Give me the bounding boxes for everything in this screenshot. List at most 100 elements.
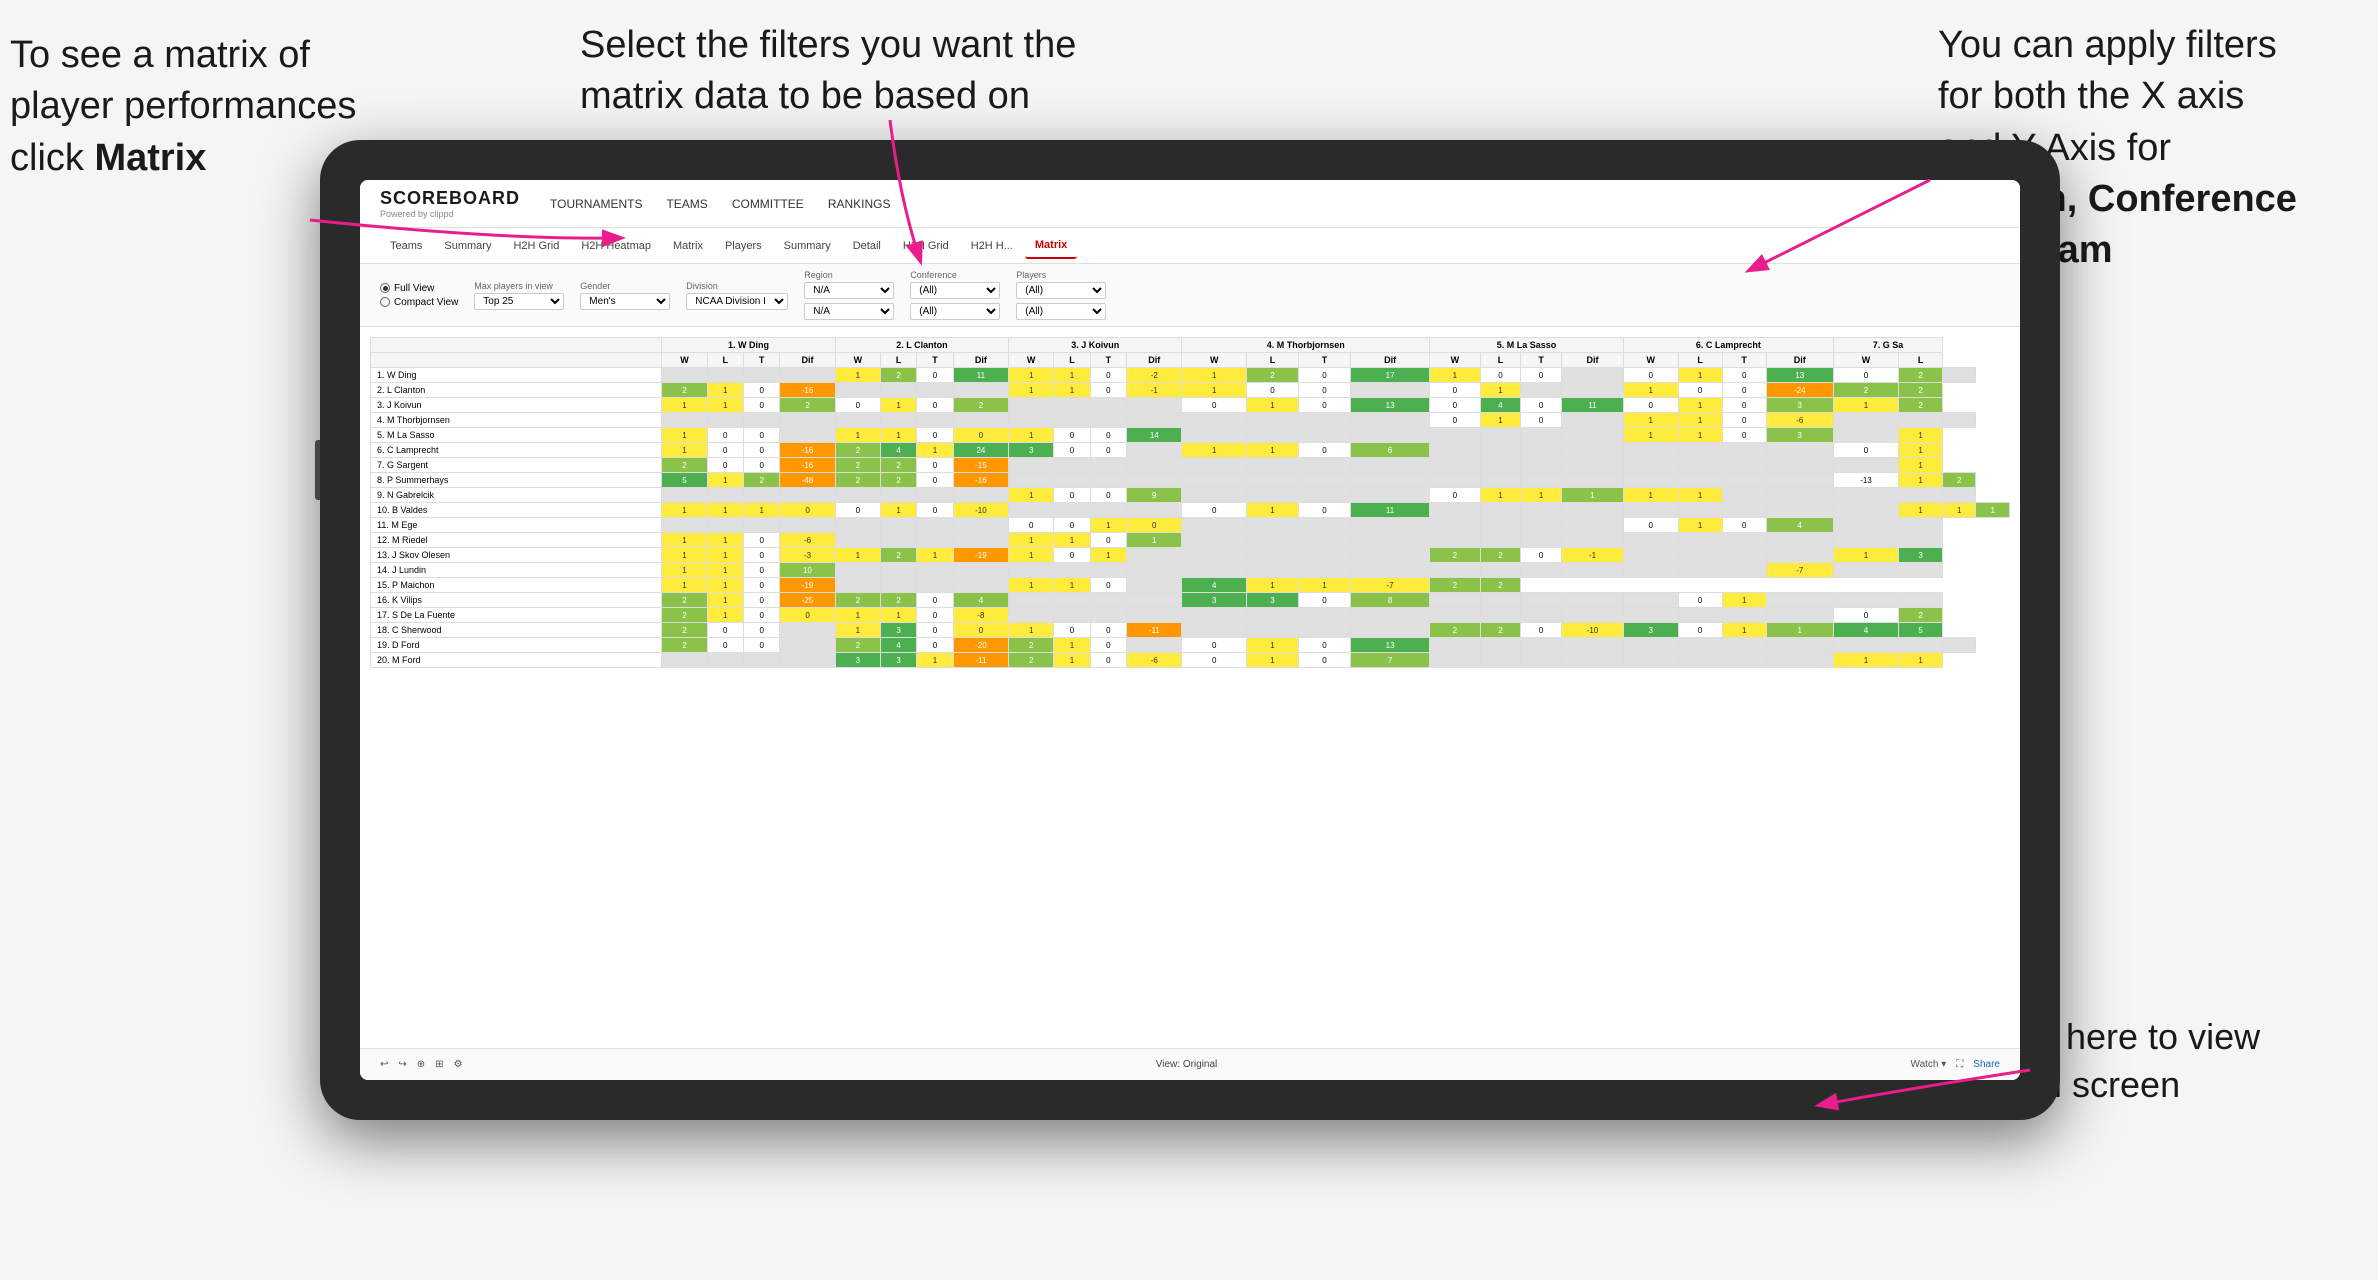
header-jkoivun: 3. J Koivun [1009, 338, 1182, 353]
subnav-h2h-grid[interactable]: H2H Grid [503, 234, 569, 258]
matrix-cell: 0 [743, 383, 779, 398]
matrix-cell [1009, 608, 1054, 623]
matrix-cell: 0 [1722, 368, 1766, 383]
matrix-cell [1480, 443, 1521, 458]
matrix-cell [1833, 593, 1898, 608]
matrix-cell: -25 [780, 593, 835, 608]
compact-view-option[interactable]: Compact View [380, 297, 458, 308]
redo-icon[interactable]: ↪ [398, 1059, 406, 1070]
nav-committee[interactable]: COMMITTEE [732, 197, 804, 211]
matrix-cell: 2 [1430, 548, 1480, 563]
matrix-cell [1127, 608, 1182, 623]
matrix-cell [1127, 473, 1182, 488]
matrix-cell: 2 [1430, 578, 1480, 593]
players-select2[interactable]: (All) [1016, 303, 1106, 320]
subnav-players[interactable]: Players [715, 234, 772, 258]
grid-icon[interactable]: ⊞ [435, 1059, 443, 1070]
matrix-cell: 1 [707, 503, 743, 518]
matrix-cell: 0 [1722, 428, 1766, 443]
nav-tournaments[interactable]: TOURNAMENTS [550, 197, 642, 211]
matrix-cell: 11 [1351, 503, 1430, 518]
subnav-matrix-active[interactable]: Matrix [1025, 233, 1077, 259]
matrix-cell [1562, 413, 1624, 428]
conference-select[interactable]: (All) [910, 282, 1000, 299]
matrix-cell [1623, 593, 1678, 608]
subnav-h2h-heatmap[interactable]: H2H Heatmap [571, 234, 661, 258]
subnav-teams[interactable]: Teams [380, 234, 432, 258]
nav-rankings[interactable]: RANKINGS [828, 197, 891, 211]
matrix-cell: 0 [917, 473, 953, 488]
table-row: 3. J Koivun110201020101304011010312 [371, 398, 2010, 413]
matrix-cell: 8 [1351, 593, 1430, 608]
matrix-cell: 1 [707, 398, 743, 413]
matrix-cell: 6 [1351, 443, 1430, 458]
subnav-summary2[interactable]: Summary [774, 234, 841, 258]
watch-label[interactable]: Watch ▾ [1911, 1059, 1947, 1070]
matrix-cell [1182, 458, 1247, 473]
matrix-cell [1054, 458, 1090, 473]
zoom-icon[interactable]: ⊕ [417, 1059, 425, 1070]
matrix-cell [1521, 653, 1562, 668]
full-view-radio[interactable] [380, 283, 390, 293]
matrix-cell [1899, 488, 1943, 503]
fullscreen-icon[interactable]: ⛶ [1956, 1059, 1963, 1070]
matrix-cell [1430, 443, 1480, 458]
matrix-cell: 0 [917, 638, 953, 653]
region-select2[interactable]: N/A [804, 303, 894, 320]
matrix-cell: 1 [1430, 368, 1480, 383]
matrix-cell: 1 [1722, 593, 1766, 608]
max-players-select[interactable]: Top 25 [474, 293, 564, 310]
subnav-summary[interactable]: Summary [434, 234, 501, 258]
matrix-cell: 14 [1127, 428, 1182, 443]
nav-teams[interactable]: TEAMS [666, 197, 707, 211]
gender-select[interactable]: Men's [580, 293, 670, 310]
matrix-cell [1298, 518, 1350, 533]
region-select[interactable]: N/A [804, 282, 894, 299]
matrix-cell: 0 [743, 458, 779, 473]
compact-view-radio[interactable] [380, 297, 390, 307]
matrix-bold: Matrix [94, 137, 206, 179]
subnav-h2h-h[interactable]: H2H H... [961, 234, 1023, 258]
matrix-cell: 1 [835, 428, 880, 443]
players-label: Players [1016, 270, 1106, 280]
matrix-cell: 4 [1182, 578, 1247, 593]
players-select[interactable]: (All) [1016, 282, 1106, 299]
subnav-detail[interactable]: Detail [843, 234, 891, 258]
matrix-cell: 0 [917, 623, 953, 638]
share-button[interactable]: Share [1973, 1059, 2000, 1070]
matrix-cell: 4 [953, 593, 1008, 608]
matrix-cell: 1 [1009, 578, 1054, 593]
matrix-cell: 1 [1480, 383, 1521, 398]
matrix-cell [835, 518, 880, 533]
conference-select2[interactable]: (All) [910, 303, 1000, 320]
matrix-cell: 1 [707, 548, 743, 563]
player-name-cell: 11. M Ege [371, 518, 662, 533]
matrix-cell: 3 [1623, 623, 1678, 638]
matrix-cell [1833, 533, 1898, 548]
matrix-cell [743, 488, 779, 503]
matrix-cell [1351, 458, 1430, 473]
bottom-left: ↩ ↪ ⊕ ⊞ ⚙ [380, 1059, 463, 1070]
matrix-cell: 1 [1009, 548, 1054, 563]
full-view-option[interactable]: Full View [380, 283, 458, 294]
settings-icon[interactable]: ⚙ [454, 1059, 463, 1070]
matrix-cell [1562, 443, 1624, 458]
matrix-cell: 1 [835, 623, 880, 638]
matrix-cell [1562, 608, 1624, 623]
matrix-cell [1009, 563, 1054, 578]
matrix-cell: 0 [835, 503, 880, 518]
matrix-cell [1127, 563, 1182, 578]
undo-icon[interactable]: ↩ [380, 1059, 388, 1070]
sh-w4: W [1182, 353, 1247, 368]
matrix-cell: 0 [1722, 398, 1766, 413]
tablet-device: SCOREBOARD Powered by clippd TOURNAMENTS… [320, 140, 2060, 1120]
matrix-cell: -6 [1766, 413, 1833, 428]
matrix-cell [1899, 413, 1943, 428]
matrix-cell [1351, 548, 1430, 563]
matrix-cell: 0 [1054, 548, 1090, 563]
subnav-matrix[interactable]: Matrix [663, 234, 713, 258]
subnav-h2h-grid2[interactable]: H2H Grid [893, 234, 959, 258]
matrix-cell: 0 [1246, 383, 1298, 398]
matrix-cell [1246, 473, 1298, 488]
division-select[interactable]: NCAA Division I [686, 293, 788, 310]
